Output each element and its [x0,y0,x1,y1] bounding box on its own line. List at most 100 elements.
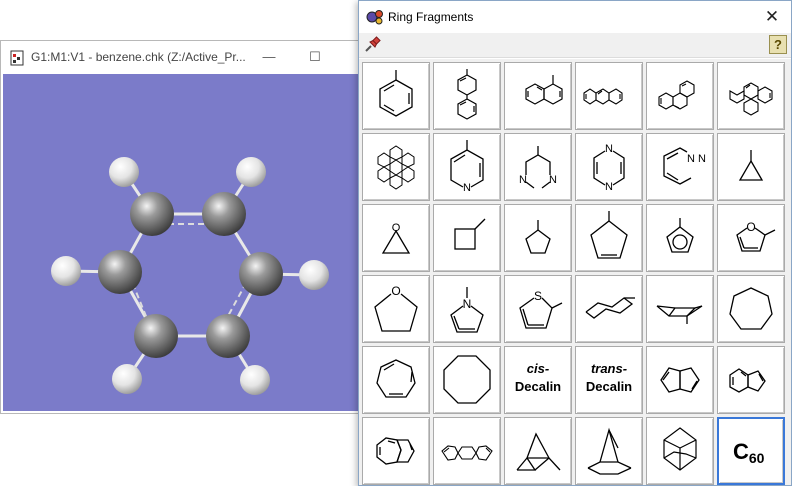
pyridine-icon: N [450,140,484,194]
azulene-icon [376,437,415,465]
fragment-cyclopentane[interactable] [504,204,572,272]
fragment-fluorene[interactable] [433,417,501,485]
fragment-cyclohexane-boat[interactable] [646,275,714,343]
fragment-naphthalene[interactable] [504,62,572,130]
fragment-cyclopropane[interactable] [717,133,785,201]
fragment-cycloheptatriene[interactable] [362,346,430,414]
thiophene-icon: S [519,289,563,329]
ring-fragments-app-icon [366,10,383,25]
fragment-azulene[interactable] [362,417,430,485]
fragment-c60[interactable]: C60 [717,417,785,485]
fragment-cycloheptane[interactable] [717,275,785,343]
viewer-titlebar[interactable]: G1:M1:V1 - benzene.chk (Z:/Active_Pr... … [1,41,367,73]
benzene-icon [379,70,413,117]
cyclopropane-icon [738,150,764,181]
c60-element: C [733,439,749,464]
close-button[interactable]: ✕ [761,6,783,28]
cyclobutane-icon [454,218,486,250]
furan-icon: O [736,220,776,252]
fragment-label-line1: cis- [526,361,550,376]
svg-text:N: N [463,297,472,311]
fragment-coronene[interactable] [362,133,430,201]
svg-text:N: N [463,182,471,194]
cycloheptatriene-icon [376,359,416,398]
fragment-pentalene[interactable] [646,346,714,414]
pentalene-icon [660,367,700,393]
pyrrole-icon: N [450,287,484,333]
svg-text:N: N [605,181,613,193]
fragment-cyclohexane-chair[interactable] [575,275,643,343]
fragment-pyrazine[interactable]: N N [575,133,643,201]
fragment-trans-decalin[interactable]: trans- Decalin [575,346,643,414]
svg-text:S: S [534,289,542,303]
fragment-grid: N N N N N N N O O O N S cis- Decalin tra… [359,59,791,485]
fragment-cyclopentadienyl[interactable] [646,204,714,272]
fragment-benzene[interactable] [362,62,430,130]
fragment-biphenyl[interactable] [433,62,501,130]
fragment-cis-decalin[interactable]: cis- Decalin [504,346,572,414]
fragment-pyrrole[interactable]: N [433,275,501,343]
bicyclooctane-icon [587,427,632,475]
gaussview-document-icon [10,50,24,66]
svg-text:O: O [746,220,755,234]
cyclopentene-icon [590,211,628,259]
svg-text:N: N [549,174,557,186]
fragment-thiophene[interactable]: S [504,275,572,343]
biphenyl-icon [457,69,477,120]
help-button[interactable]: ? [769,35,787,54]
adamantane-icon [663,427,697,471]
molecule-viewer-window: G1:M1:V1 - benzene.chk (Z:/Active_Pr... … [0,40,368,414]
svg-text:O: O [392,222,401,234]
pyrazine-icon: N N [593,143,625,193]
fragment-adamantane[interactable] [646,417,714,485]
oxirane-icon: O [381,222,411,254]
viewer-title: G1:M1:V1 - benzene.chk (Z:/Active_Pr... [31,50,246,64]
svg-text:N: N [519,174,527,186]
norbornane-icon [516,432,561,471]
fragment-label-line2: Decalin [585,379,633,394]
cycloheptane-icon [729,287,773,330]
fragment-norbornane[interactable] [504,417,572,485]
svg-text:N: N [605,143,613,155]
phenanthrene-icon [658,80,695,110]
pin-icon[interactable] [363,36,381,54]
fragment-label-line2: Decalin [514,379,562,394]
cyclohexane-chair-icon [585,297,635,319]
pyrene-icon [729,82,773,116]
benzene-molecule-model [51,157,329,395]
fragment-cyclooctane[interactable] [433,346,501,414]
fragment-anthracene[interactable] [575,62,643,130]
fragment-oxirane[interactable]: O [362,204,430,272]
coronene-icon [377,145,415,190]
minimize-button[interactable]: — [259,47,279,67]
fragment-pyrimidine[interactable]: N N [504,133,572,201]
fragment-bicyclooctane[interactable] [575,417,643,485]
fragment-furan[interactable]: O [717,204,785,272]
ring-fragments-titlebar[interactable]: Ring Fragments ✕ [359,1,791,33]
fragment-pyridine[interactable]: N [433,133,501,201]
pyridazine-icon: N N [663,147,706,185]
tetrahydrofuran-icon: O [374,284,418,332]
fragment-label-line1: trans- [590,361,628,376]
fragment-indene[interactable] [717,346,785,414]
ring-fragments-window: Ring Fragments ✕ ? N N N N N N N O O O N… [358,0,792,486]
maximize-button[interactable]: ☐ [305,47,325,67]
fragment-cyclopentene[interactable] [575,204,643,272]
molecule-canvas[interactable] [3,74,365,411]
naphthalene-icon [525,75,563,105]
fragment-pyridazine[interactable]: N N [646,133,714,201]
ring-fragments-title: Ring Fragments [388,10,474,24]
c60-label: C60 [733,439,764,466]
cyclopentadienyl-icon [666,218,694,253]
fragment-phenanthrene[interactable] [646,62,714,130]
anthracene-icon [583,88,623,105]
fragment-tetrahydrofuran[interactable]: O [362,275,430,343]
fragment-cyclobutane[interactable] [433,204,501,272]
fragment-pyrene[interactable] [717,62,785,130]
c60-subscript: 60 [748,450,765,466]
fluorene-icon [441,445,493,461]
cyclopentane-icon [525,220,551,254]
ring-fragments-toolbar: ? [359,33,791,58]
indene-icon [729,368,766,393]
svg-text:N: N [687,153,695,165]
